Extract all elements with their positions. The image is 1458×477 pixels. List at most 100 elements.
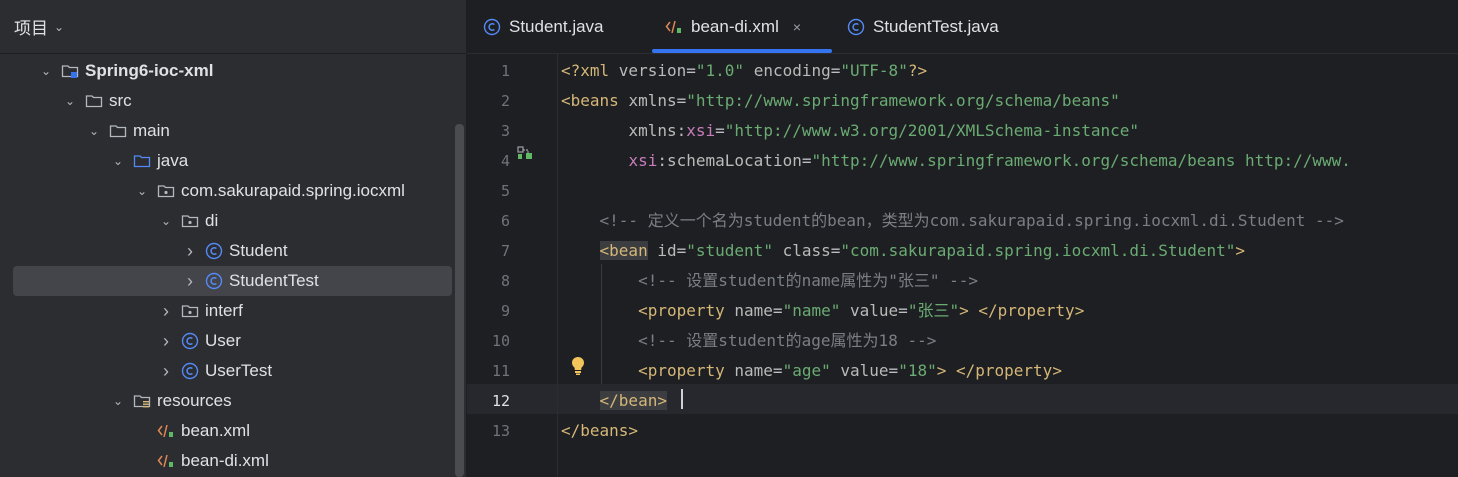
tree-item-label: src	[109, 91, 132, 110]
code-token: "张三"	[907, 301, 960, 320]
code-token: "1.0"	[695, 61, 745, 80]
code-token: "http://www.springframework.org/schema/b…	[811, 151, 1351, 170]
class-icon	[181, 362, 199, 380]
resources-folder-icon	[133, 392, 151, 410]
xml-file-icon	[665, 18, 683, 36]
tree-item-resources[interactable]: ⌄ resources	[13, 386, 452, 416]
code-line[interactable]: xmlns:xsi="http://www.w3.org/2001/XMLSch…	[561, 116, 1139, 146]
tree-item-com-sakurapaid-spring-iocxml[interactable]: ⌄ com.sakurapaid.spring.iocxml	[13, 176, 452, 206]
lightbulb-icon[interactable]	[571, 356, 585, 381]
tree-item-label: main	[133, 121, 170, 140]
code-token: name	[734, 301, 773, 320]
tree-item-di[interactable]: ⌄ di	[13, 206, 452, 236]
line-number[interactable]: 10	[467, 326, 510, 356]
code-token: xsi	[686, 121, 716, 140]
chevron-down-icon[interactable]: ⌄	[87, 124, 101, 138]
tab-bean-di-xml[interactable]: bean-di.xml ×	[665, 0, 801, 54]
close-icon[interactable]: ×	[793, 19, 801, 35]
xml-file-icon	[157, 422, 175, 440]
class-icon	[847, 18, 865, 36]
code-line[interactable]: </beans>	[561, 416, 638, 446]
line-number[interactable]: 11	[467, 356, 510, 386]
code-token: "name"	[782, 301, 841, 320]
code-token: value	[840, 361, 889, 380]
code-token: > </property>	[936, 361, 1062, 380]
code-token: =	[715, 121, 725, 140]
chevron-down-icon[interactable]: ⌄	[135, 184, 149, 198]
project-scrollbar[interactable]	[455, 124, 464, 477]
line-number[interactable]: 5	[467, 176, 510, 206]
tree-item-studenttest[interactable]: › StudentTest	[13, 266, 452, 296]
code-token: =	[772, 361, 783, 380]
code-line[interactable]: <?xml version="1.0" encoding="UTF-8"?>	[561, 56, 927, 86]
line-number[interactable]: 6	[467, 206, 510, 236]
code-token: </bean>	[599, 391, 667, 410]
chevron-down-icon[interactable]: ⌄	[54, 20, 64, 34]
tree-item-interf[interactable]: › interf	[13, 296, 452, 326]
code-token: <bean	[599, 241, 648, 260]
chevron-right-icon[interactable]: ›	[159, 331, 173, 352]
code-line[interactable]: <property name="name" value="张三"> </prop…	[561, 296, 1084, 326]
code-line[interactable]: <beans xmlns="http://www.springframework…	[561, 86, 1120, 116]
code-line[interactable]: <!-- 定义一个名为student的bean，类型为com.sakurapai…	[561, 206, 1344, 236]
tree-item-java[interactable]: ⌄ java	[13, 146, 452, 176]
tree-item-spring6-ioc-xml[interactable]: ⌄ Spring6-ioc-xml	[13, 56, 452, 86]
line-number[interactable]: 7	[467, 236, 510, 266]
code-token: =	[676, 91, 687, 110]
line-number[interactable]: 3	[467, 116, 510, 146]
tree-item-main[interactable]: ⌄ main	[13, 116, 452, 146]
project-panel-title: 项目	[14, 19, 48, 38]
bean-gutter-icon[interactable]	[517, 146, 533, 160]
chevron-down-icon[interactable]: ⌄	[111, 394, 125, 408]
code-line[interactable]: <!-- 设置student的age属性为18 -->	[561, 326, 936, 356]
tree-item-student[interactable]: › Student	[13, 236, 452, 266]
line-number[interactable]: 13	[467, 416, 510, 446]
chevron-down-icon[interactable]: ⌄	[111, 154, 125, 168]
line-number[interactable]: 1	[467, 56, 510, 86]
chevron-right-icon[interactable]: ›	[183, 271, 197, 292]
code-token: <!-- 设置student的age属性为18 -->	[638, 331, 937, 350]
chevron-down-icon[interactable]: ⌄	[39, 64, 53, 78]
tree-item-bean-xml[interactable]: ›bean.xml	[13, 416, 452, 446]
code-token: encoding	[753, 61, 831, 80]
line-number[interactable]: 8	[467, 266, 510, 296]
code-line[interactable]: <bean id="student" class="com.sakurapaid…	[561, 236, 1245, 266]
chevron-down-icon[interactable]: ⌄	[63, 94, 77, 108]
tab-studenttest-java[interactable]: StudentTest.java	[847, 0, 999, 54]
tree-item-usertest[interactable]: › UserTest	[13, 356, 452, 386]
code-token: :schemaLocation	[657, 151, 802, 170]
chevron-right-icon[interactable]: ›	[183, 241, 197, 262]
line-number[interactable]: 4	[467, 146, 510, 176]
chevron-right-icon[interactable]: ›	[159, 361, 173, 382]
code-token: "UTF-8"	[840, 61, 908, 80]
line-number[interactable]: 2	[467, 86, 510, 116]
tree-item-label: interf	[205, 301, 243, 320]
chevron-right-icon[interactable]: ›	[159, 301, 173, 322]
code-token: "18"	[898, 361, 937, 380]
code-token: <property	[638, 301, 735, 320]
code-line[interactable]: <property name="age" value="18"> </prope…	[561, 356, 1062, 386]
line-number[interactable]: 12	[467, 386, 510, 416]
code-token: "http://www.w3.org/2001/XMLSchema-instan…	[724, 121, 1139, 140]
line-number[interactable]: 9	[467, 296, 510, 326]
code-token: <property	[638, 361, 735, 380]
project-panel-header[interactable]: 项目 ⌄	[0, 0, 466, 54]
code-token: xsi	[628, 151, 658, 170]
code-line[interactable]: xsi:schemaLocation="http://www.springfra…	[561, 146, 1351, 176]
tree-item-src[interactable]: ⌄ src	[13, 86, 452, 116]
code-token: =	[888, 361, 899, 380]
tree-item-user[interactable]: › User	[13, 326, 452, 356]
package-icon	[157, 182, 175, 200]
chevron-down-icon[interactable]: ⌄	[159, 214, 173, 228]
tree-item-label: StudentTest	[229, 271, 319, 290]
code-line[interactable]: </bean>	[561, 386, 667, 416]
tab-label: bean-di.xml	[691, 17, 779, 36]
tab-student-java[interactable]: Student.java	[483, 0, 604, 54]
code-line[interactable]: <!-- 设置student的name属性为"张三" -->	[561, 266, 978, 296]
code-token: "http://www.springframework.org/schema/b…	[686, 91, 1120, 110]
tree-item-bean-di-xml[interactable]: ›bean-di.xml	[13, 446, 452, 476]
